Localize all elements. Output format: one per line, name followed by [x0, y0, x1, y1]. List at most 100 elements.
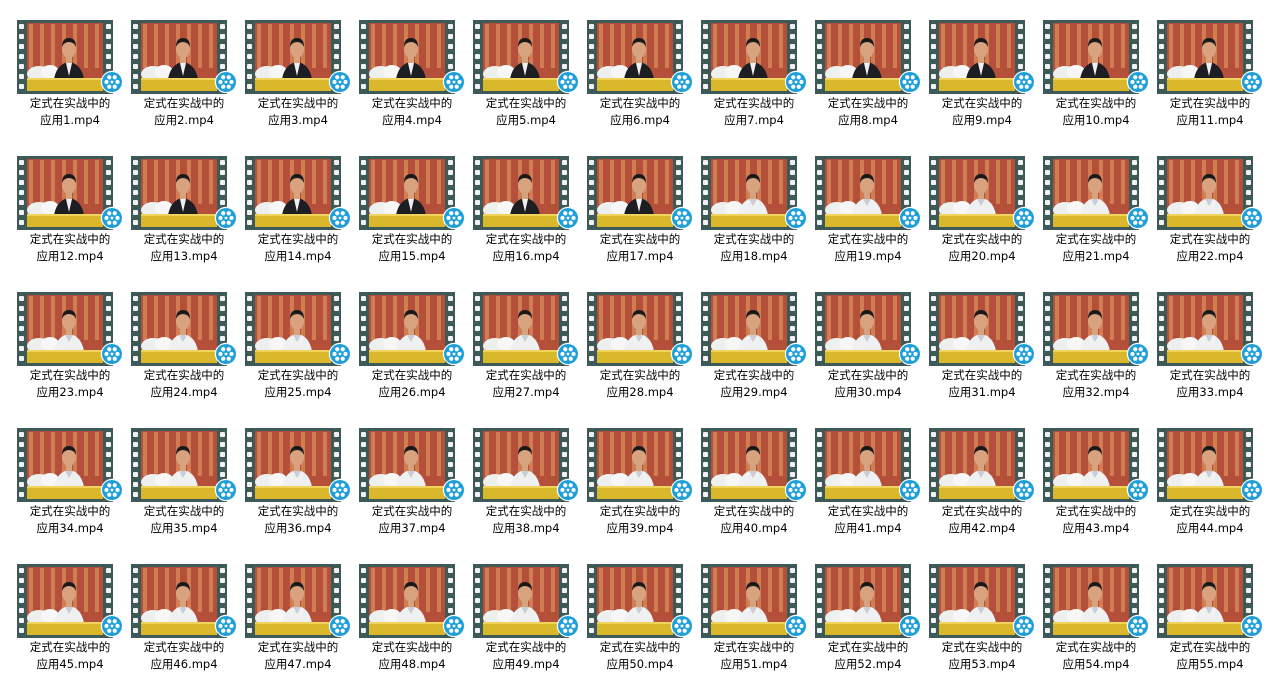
file-item[interactable]: 定式在实战中的 应用15.mp4 — [355, 156, 469, 286]
file-name[interactable]: 定式在实战中的 应用42.mp4 — [925, 503, 1039, 537]
file-item[interactable]: 定式在实战中的 应用50.mp4 — [583, 564, 697, 694]
file-name[interactable]: 定式在实战中的 应用49.mp4 — [469, 639, 583, 673]
file-name[interactable]: 定式在实战中的 应用32.mp4 — [1039, 367, 1153, 401]
file-name[interactable]: 定式在实战中的 应用33.mp4 — [1153, 367, 1266, 401]
file-name[interactable]: 定式在实战中的 应用5.mp4 — [469, 95, 583, 129]
file-name[interactable]: 定式在实战中的 应用47.mp4 — [241, 639, 355, 673]
file-item[interactable]: 定式在实战中的 应用52.mp4 — [811, 564, 925, 694]
file-name[interactable]: 定式在实战中的 应用9.mp4 — [925, 95, 1039, 129]
file-name[interactable]: 定式在实战中的 应用11.mp4 — [1153, 95, 1266, 129]
file-name[interactable]: 定式在实战中的 应用6.mp4 — [583, 95, 697, 129]
file-item[interactable]: 定式在实战中的 应用6.mp4 — [583, 20, 697, 150]
file-name[interactable]: 定式在实战中的 应用37.mp4 — [355, 503, 469, 537]
file-name[interactable]: 定式在实战中的 应用31.mp4 — [925, 367, 1039, 401]
file-item[interactable]: 定式在实战中的 应用36.mp4 — [241, 428, 355, 558]
file-item[interactable]: 定式在实战中的 应用9.mp4 — [925, 20, 1039, 150]
file-name[interactable]: 定式在实战中的 应用7.mp4 — [697, 95, 811, 129]
file-item[interactable]: 定式在实战中的 应用7.mp4 — [697, 20, 811, 150]
file-name[interactable]: 定式在实战中的 应用54.mp4 — [1039, 639, 1153, 673]
file-item[interactable]: 定式在实战中的 应用38.mp4 — [469, 428, 583, 558]
file-item[interactable]: 定式在实战中的 应用31.mp4 — [925, 292, 1039, 422]
file-name[interactable]: 定式在实战中的 应用1.mp4 — [13, 95, 127, 129]
file-name[interactable]: 定式在实战中的 应用12.mp4 — [13, 231, 127, 265]
file-name[interactable]: 定式在实战中的 应用4.mp4 — [355, 95, 469, 129]
file-name[interactable]: 定式在实战中的 应用34.mp4 — [13, 503, 127, 537]
file-name[interactable]: 定式在实战中的 应用10.mp4 — [1039, 95, 1153, 129]
file-item[interactable]: 定式在实战中的 应用46.mp4 — [127, 564, 241, 694]
file-item[interactable]: 定式在实战中的 应用53.mp4 — [925, 564, 1039, 694]
file-name[interactable]: 定式在实战中的 应用55.mp4 — [1153, 639, 1266, 673]
file-item[interactable]: 定式在实战中的 应用27.mp4 — [469, 292, 583, 422]
file-name[interactable]: 定式在实战中的 应用41.mp4 — [811, 503, 925, 537]
file-name[interactable]: 定式在实战中的 应用27.mp4 — [469, 367, 583, 401]
file-item[interactable]: 定式在实战中的 应用20.mp4 — [925, 156, 1039, 286]
file-name[interactable]: 定式在实战中的 应用3.mp4 — [241, 95, 355, 129]
file-item[interactable]: 定式在实战中的 应用49.mp4 — [469, 564, 583, 694]
file-item[interactable]: 定式在实战中的 应用3.mp4 — [241, 20, 355, 150]
file-item[interactable]: 定式在实战中的 应用21.mp4 — [1039, 156, 1153, 286]
file-item[interactable]: 定式在实战中的 应用51.mp4 — [697, 564, 811, 694]
file-item[interactable]: 定式在实战中的 应用26.mp4 — [355, 292, 469, 422]
file-name[interactable]: 定式在实战中的 应用21.mp4 — [1039, 231, 1153, 265]
file-item[interactable]: 定式在实战中的 应用55.mp4 — [1153, 564, 1266, 694]
file-item[interactable]: 定式在实战中的 应用35.mp4 — [127, 428, 241, 558]
file-item[interactable]: 定式在实战中的 应用12.mp4 — [13, 156, 127, 286]
file-item[interactable]: 定式在实战中的 应用39.mp4 — [583, 428, 697, 558]
file-item[interactable]: 定式在实战中的 应用40.mp4 — [697, 428, 811, 558]
file-name[interactable]: 定式在实战中的 应用35.mp4 — [127, 503, 241, 537]
file-item[interactable]: 定式在实战中的 应用45.mp4 — [13, 564, 127, 694]
file-item[interactable]: 定式在实战中的 应用54.mp4 — [1039, 564, 1153, 694]
file-item[interactable]: 定式在实战中的 应用22.mp4 — [1153, 156, 1266, 286]
file-name[interactable]: 定式在实战中的 应用13.mp4 — [127, 231, 241, 265]
file-name[interactable]: 定式在实战中的 应用15.mp4 — [355, 231, 469, 265]
file-name[interactable]: 定式在实战中的 应用52.mp4 — [811, 639, 925, 673]
file-name[interactable]: 定式在实战中的 应用36.mp4 — [241, 503, 355, 537]
file-name[interactable]: 定式在实战中的 应用29.mp4 — [697, 367, 811, 401]
file-item[interactable]: 定式在实战中的 应用4.mp4 — [355, 20, 469, 150]
file-item[interactable]: 定式在实战中的 应用41.mp4 — [811, 428, 925, 558]
file-item[interactable]: 定式在实战中的 应用44.mp4 — [1153, 428, 1266, 558]
file-name[interactable]: 定式在实战中的 应用46.mp4 — [127, 639, 241, 673]
file-item[interactable]: 定式在实战中的 应用16.mp4 — [469, 156, 583, 286]
file-name[interactable]: 定式在实战中的 应用40.mp4 — [697, 503, 811, 537]
file-item[interactable]: 定式在实战中的 应用14.mp4 — [241, 156, 355, 286]
file-name[interactable]: 定式在实战中的 应用25.mp4 — [241, 367, 355, 401]
file-name[interactable]: 定式在实战中的 应用2.mp4 — [127, 95, 241, 129]
file-name[interactable]: 定式在实战中的 应用24.mp4 — [127, 367, 241, 401]
file-item[interactable]: 定式在实战中的 应用2.mp4 — [127, 20, 241, 150]
file-item[interactable]: 定式在实战中的 应用8.mp4 — [811, 20, 925, 150]
file-item[interactable]: 定式在实战中的 应用42.mp4 — [925, 428, 1039, 558]
file-item[interactable]: 定式在实战中的 应用32.mp4 — [1039, 292, 1153, 422]
file-name[interactable]: 定式在实战中的 应用20.mp4 — [925, 231, 1039, 265]
file-name[interactable]: 定式在实战中的 应用48.mp4 — [355, 639, 469, 673]
file-item[interactable]: 定式在实战中的 应用43.mp4 — [1039, 428, 1153, 558]
file-item[interactable]: 定式在实战中的 应用10.mp4 — [1039, 20, 1153, 150]
file-item[interactable]: 定式在实战中的 应用34.mp4 — [13, 428, 127, 558]
file-item[interactable]: 定式在实战中的 应用17.mp4 — [583, 156, 697, 286]
file-item[interactable]: 定式在实战中的 应用1.mp4 — [13, 20, 127, 150]
file-name[interactable]: 定式在实战中的 应用44.mp4 — [1153, 503, 1266, 537]
file-item[interactable]: 定式在实战中的 应用18.mp4 — [697, 156, 811, 286]
file-name[interactable]: 定式在实战中的 应用30.mp4 — [811, 367, 925, 401]
file-name[interactable]: 定式在实战中的 应用16.mp4 — [469, 231, 583, 265]
file-item[interactable]: 定式在实战中的 应用28.mp4 — [583, 292, 697, 422]
file-name[interactable]: 定式在实战中的 应用26.mp4 — [355, 367, 469, 401]
file-item[interactable]: 定式在实战中的 应用30.mp4 — [811, 292, 925, 422]
file-item[interactable]: 定式在实战中的 应用37.mp4 — [355, 428, 469, 558]
file-item[interactable]: 定式在实战中的 应用48.mp4 — [355, 564, 469, 694]
file-item[interactable]: 定式在实战中的 应用25.mp4 — [241, 292, 355, 422]
file-name[interactable]: 定式在实战中的 应用38.mp4 — [469, 503, 583, 537]
file-name[interactable]: 定式在实战中的 应用17.mp4 — [583, 231, 697, 265]
file-item[interactable]: 定式在实战中的 应用29.mp4 — [697, 292, 811, 422]
file-item[interactable]: 定式在实战中的 应用33.mp4 — [1153, 292, 1266, 422]
file-item[interactable]: 定式在实战中的 应用5.mp4 — [469, 20, 583, 150]
file-item[interactable]: 定式在实战中的 应用23.mp4 — [13, 292, 127, 422]
file-name[interactable]: 定式在实战中的 应用43.mp4 — [1039, 503, 1153, 537]
file-name[interactable]: 定式在实战中的 应用45.mp4 — [13, 639, 127, 673]
file-name[interactable]: 定式在实战中的 应用14.mp4 — [241, 231, 355, 265]
file-name[interactable]: 定式在实战中的 应用53.mp4 — [925, 639, 1039, 673]
file-item[interactable]: 定式在实战中的 应用19.mp4 — [811, 156, 925, 286]
file-name[interactable]: 定式在实战中的 应用8.mp4 — [811, 95, 925, 129]
file-name[interactable]: 定式在实战中的 应用50.mp4 — [583, 639, 697, 673]
file-item[interactable]: 定式在实战中的 应用11.mp4 — [1153, 20, 1266, 150]
